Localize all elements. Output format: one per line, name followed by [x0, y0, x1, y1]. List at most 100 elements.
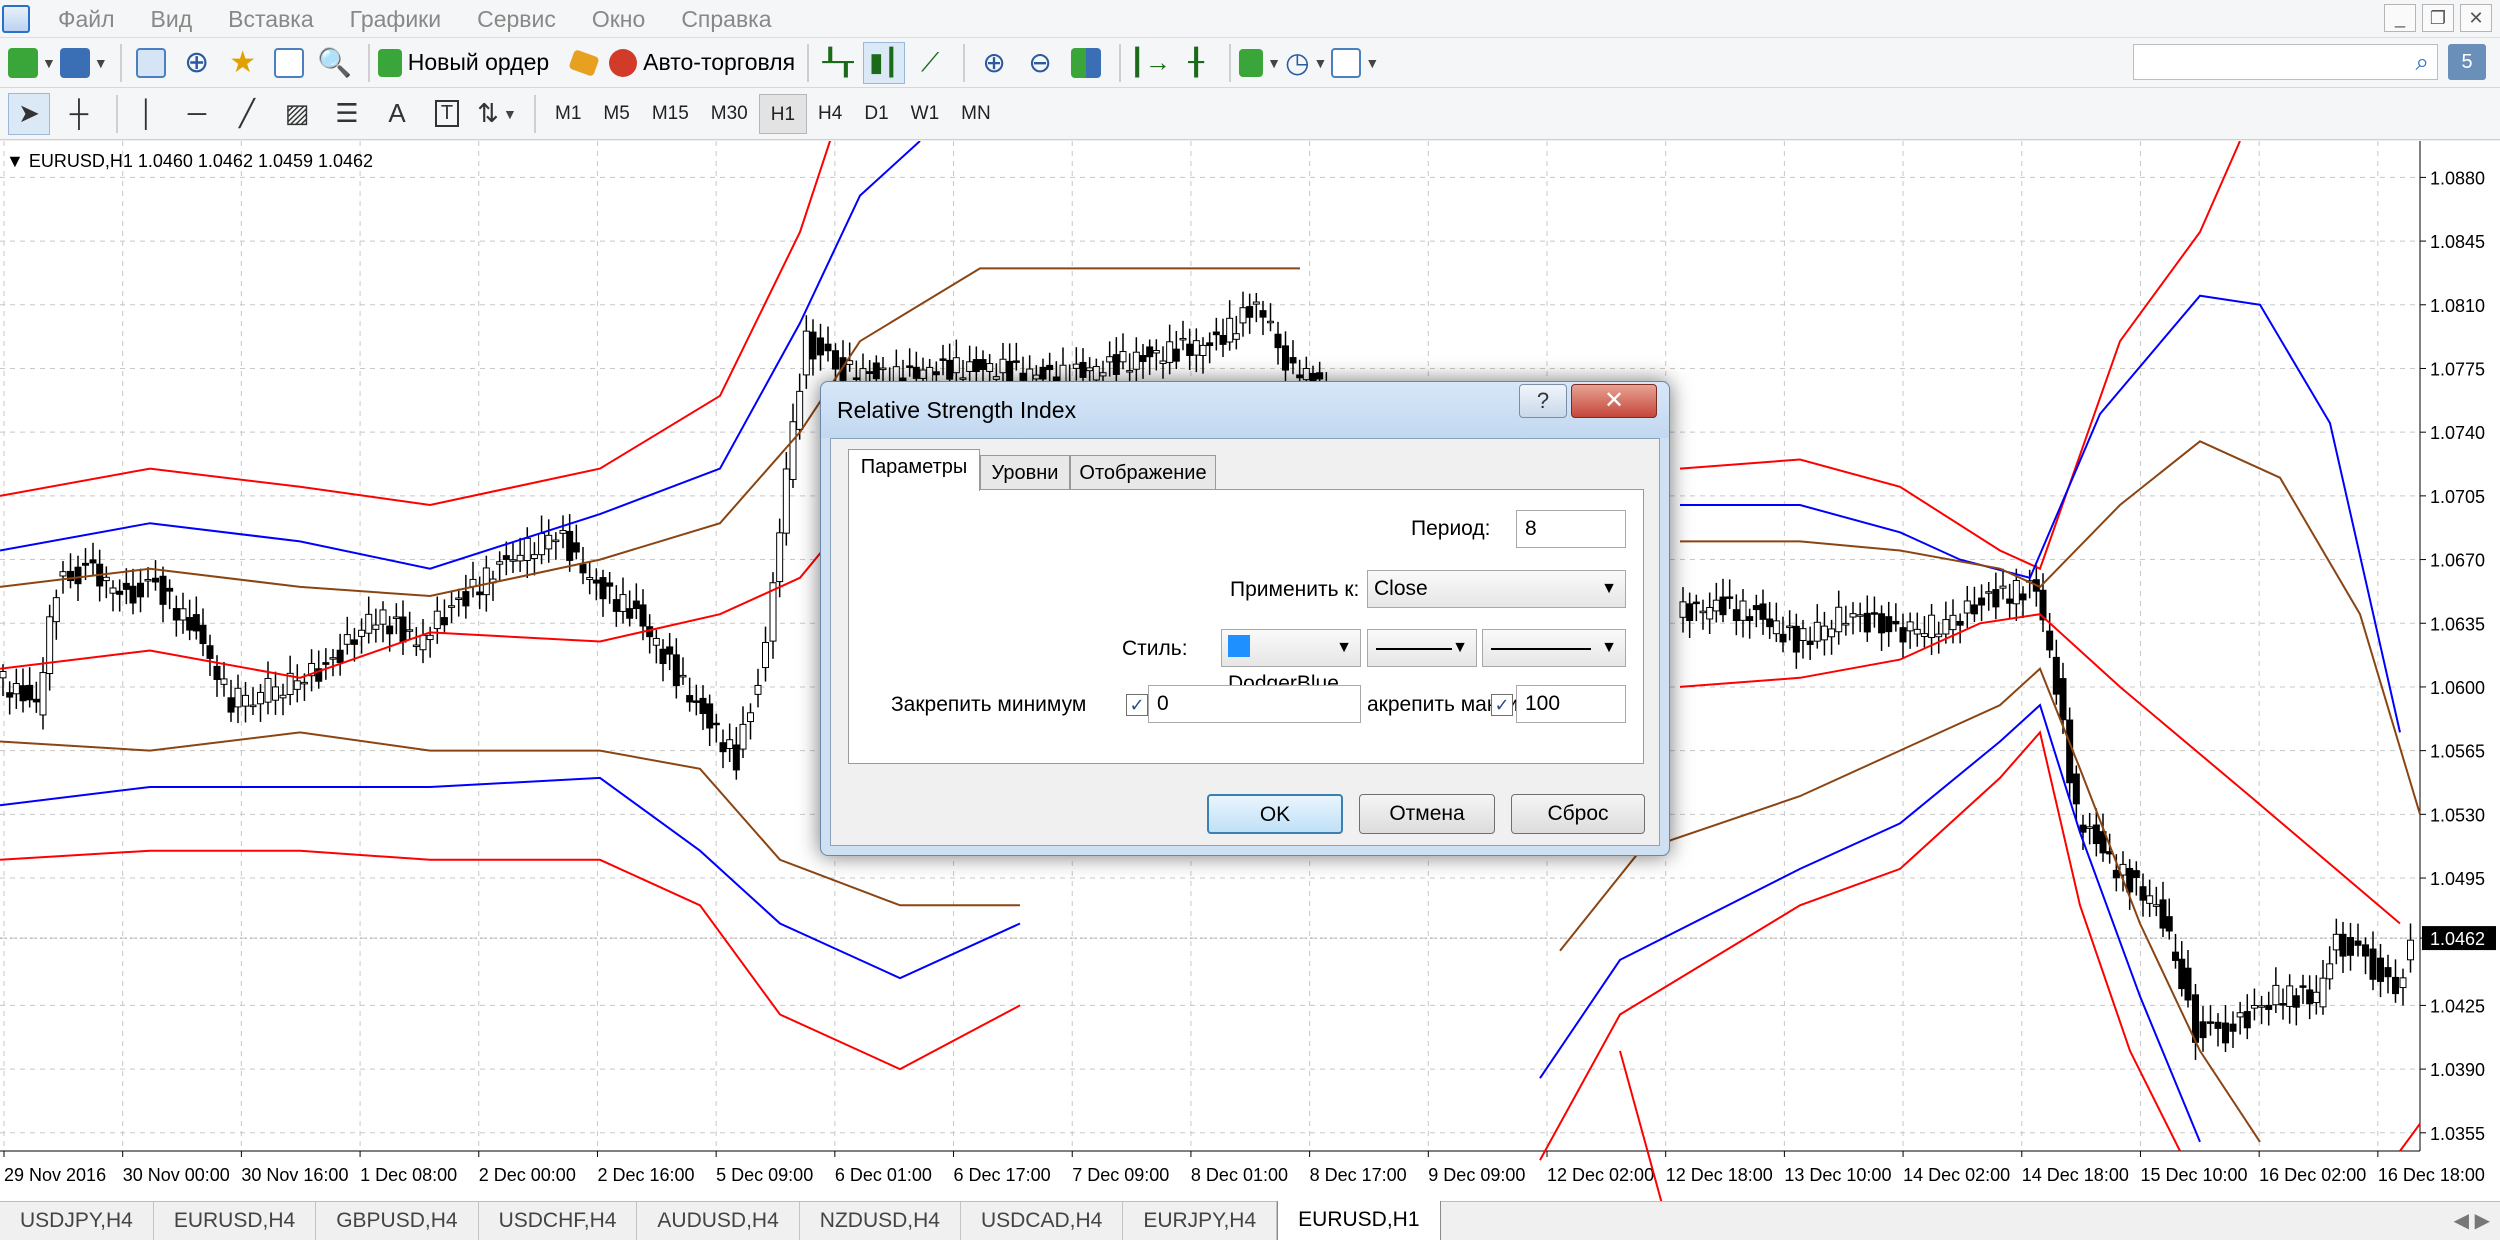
color-select[interactable]: DodgerBlue ▼: [1221, 629, 1361, 695]
tile-windows-button[interactable]: [1065, 42, 1107, 84]
search-input[interactable]: ⌕: [2133, 44, 2438, 80]
restore-icon[interactable]: ❐: [2422, 4, 2454, 32]
tab-usdchf-h4[interactable]: USDCHF,H4: [479, 1202, 638, 1240]
timeframe-h4[interactable]: H4: [807, 94, 853, 134]
indicators-button[interactable]: ▼: [1239, 42, 1281, 84]
ok-button[interactable]: OK: [1207, 794, 1343, 834]
new-chart-button[interactable]: ▼: [8, 42, 56, 84]
tab-eurusd-h1[interactable]: EURUSD,H1: [1277, 1201, 1441, 1240]
tab-usdjpy-h4[interactable]: USDJPY,H4: [0, 1202, 154, 1240]
terminal-button[interactable]: [268, 42, 310, 84]
auto-scroll-button[interactable]: ╂: [1175, 42, 1217, 84]
menu-insert[interactable]: Вставка: [210, 0, 332, 38]
candle-chart-button[interactable]: ▮┃: [863, 41, 906, 84]
fix-maximum-input[interactable]: 100: [1516, 685, 1626, 723]
line-chart-button[interactable]: ⟋: [909, 42, 951, 84]
timeframe-mn[interactable]: MN: [950, 94, 1002, 134]
candle-body: [1252, 301, 1260, 305]
dialog-close-button[interactable]: ✕: [1571, 384, 1657, 418]
equidistant-channel-tool[interactable]: ▨: [276, 93, 318, 135]
period-input[interactable]: 8: [1516, 510, 1626, 548]
text-tool[interactable]: A: [376, 93, 418, 135]
zoom-out-icon: ⊖: [1028, 47, 1052, 78]
templates-icon: [1331, 47, 1362, 78]
horizontal-line-tool[interactable]: ─: [176, 93, 218, 135]
x-tick-label: 7 Dec 09:00: [1072, 1165, 1169, 1185]
periods-button[interactable]: ◷ ▼: [1285, 42, 1327, 84]
candle-body: [2012, 579, 2020, 605]
metaeditor-button[interactable]: [563, 42, 605, 84]
profiles-button[interactable]: ▼: [59, 42, 108, 84]
candle-body: [652, 637, 660, 646]
search-icon[interactable]: ⌕: [2416, 49, 2429, 77]
bar-chart-button[interactable]: ┸┰: [817, 42, 859, 84]
chart-shift-button[interactable]: ┃→: [1129, 42, 1171, 84]
fix-minimum-checkbox[interactable]: ✓: [1126, 694, 1148, 716]
candle-body: [293, 680, 301, 690]
chart-collapse-icon[interactable]: ▼: [6, 151, 29, 171]
zoom-in-button[interactable]: ⊕: [973, 42, 1015, 84]
candle-body: [747, 712, 754, 723]
menu-file[interactable]: Файл: [40, 0, 133, 38]
minimize-icon[interactable]: _: [2384, 4, 2416, 32]
tester-button[interactable]: 🔍: [314, 42, 356, 84]
mailbox-button[interactable]: 5: [2448, 44, 2486, 80]
reset-button[interactable]: Сброс: [1511, 794, 1645, 834]
timeframe-d1[interactable]: D1: [853, 94, 899, 134]
auto-trading-button[interactable]: Авто-торговля: [609, 42, 795, 84]
tab-gbpusd-h4[interactable]: GBPUSD,H4: [316, 1202, 479, 1240]
apply-to-select[interactable]: Close ▼: [1367, 570, 1626, 608]
menu-tools[interactable]: Сервис: [459, 0, 574, 38]
menu-view[interactable]: Вид: [133, 0, 211, 38]
text-label-icon: T: [434, 100, 460, 127]
text-label-tool[interactable]: T: [426, 93, 468, 135]
zoom-out-button[interactable]: ⊖: [1019, 42, 1061, 84]
timeframe-m30[interactable]: M30: [700, 94, 759, 134]
line-width-select[interactable]: ▼: [1482, 629, 1626, 667]
tab-scroll-arrows[interactable]: ◀ ▶: [2454, 1208, 2490, 1233]
crosshair-tool[interactable]: ┼: [58, 93, 100, 135]
x-tick-label: 6 Dec 17:00: [954, 1165, 1051, 1185]
candle-body: [1732, 609, 1740, 622]
timeframe-m5[interactable]: M5: [592, 94, 640, 134]
cancel-button[interactable]: Отмена: [1359, 794, 1495, 834]
data-window-button[interactable]: ⊕: [176, 42, 218, 84]
arrows-tool[interactable]: ⇅ ▼: [476, 93, 518, 135]
new-chart-icon: [8, 47, 38, 78]
cursor-tool[interactable]: ➤: [8, 92, 50, 135]
tab-levels[interactable]: Уровни: [980, 455, 1070, 491]
menu-window[interactable]: Окно: [574, 0, 663, 38]
menu-charts[interactable]: Графики: [332, 0, 459, 38]
timeframe-m1[interactable]: M1: [544, 94, 592, 134]
tab-eurjpy-h4[interactable]: EURJPY,H4: [1123, 1202, 1278, 1240]
tab-nzdusd-h4[interactable]: NZDUSD,H4: [800, 1202, 961, 1240]
dialog-title-bar[interactable]: Relative Strength Index ? ✕: [821, 382, 1669, 438]
timeframe-m15[interactable]: M15: [641, 94, 700, 134]
candle-body: [2272, 984, 2280, 1006]
close-icon[interactable]: ✕: [2460, 4, 2492, 32]
timeframe-w1[interactable]: W1: [900, 94, 951, 134]
tab-visualization[interactable]: Отображение: [1070, 455, 1216, 491]
new-order-button[interactable]: Новый ордер: [377, 42, 549, 84]
fibonacci-tool[interactable]: ☰: [326, 93, 368, 135]
menu-help[interactable]: Справка: [663, 0, 789, 38]
candle-body: [2178, 958, 2186, 990]
vertical-line-tool[interactable]: │: [126, 93, 168, 135]
tab-eurusd-h4[interactable]: EURUSD,H4: [154, 1202, 317, 1240]
fix-minimum-input[interactable]: 0: [1148, 685, 1361, 723]
candle-body: [2139, 886, 2147, 901]
candle-body: [1679, 601, 1687, 618]
candle-body: [1132, 351, 1140, 370]
line-style-select[interactable]: ▼: [1367, 629, 1477, 667]
candle-body: [386, 625, 394, 635]
fix-maximum-checkbox[interactable]: ✓: [1491, 694, 1513, 716]
timeframe-h1[interactable]: H1: [758, 93, 808, 134]
trendline-tool[interactable]: ╱: [226, 93, 268, 135]
tab-parameters[interactable]: Параметры: [848, 449, 980, 491]
navigator-button[interactable]: ★: [222, 42, 264, 84]
help-button[interactable]: ?: [1519, 384, 1567, 418]
market-watch-button[interactable]: [130, 42, 172, 84]
templates-button[interactable]: ▼: [1331, 42, 1379, 84]
tab-usdcad-h4[interactable]: USDCAD,H4: [961, 1202, 1124, 1240]
tab-audusd-h4[interactable]: AUDUSD,H4: [637, 1202, 800, 1240]
